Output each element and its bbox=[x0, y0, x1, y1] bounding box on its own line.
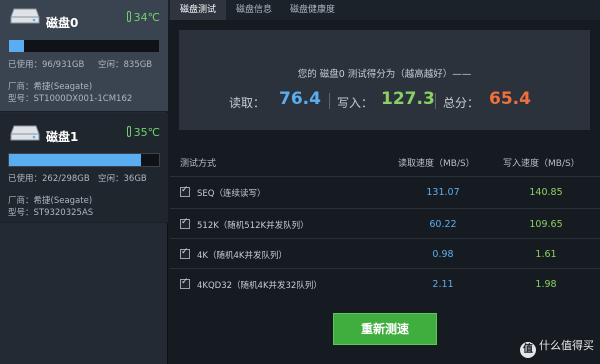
watermark: 值什么值得买 bbox=[520, 337, 594, 358]
write-score-value: 127.3 bbox=[381, 89, 435, 109]
sidebar: 磁盘0 34℃ 已使用：96/931GB 空闲：835GB 厂商：希捷(Seag… bbox=[0, 0, 168, 364]
score-title: 您的 磁盘0 测试得分为（越高越好）—— bbox=[297, 69, 472, 80]
column-header-read: 读取速度（MB/S） bbox=[398, 159, 475, 169]
test-name: 4KQD32（随机4K并发32队列） bbox=[197, 281, 322, 291]
temperature-readout: 35℃ bbox=[126, 126, 160, 139]
table-row: 4KQD32（随机4K并发32队列） 2.11 1.98 bbox=[170, 268, 600, 300]
tab-disk-health[interactable]: 磁盘健康度 bbox=[280, 0, 345, 20]
tab-disk-test[interactable]: 磁盘测试 bbox=[170, 0, 227, 20]
temperature-value: 35℃ bbox=[133, 126, 160, 139]
tab-bar: 磁盘测试 磁盘信息 磁盘健康度 bbox=[168, 0, 600, 20]
total-score-value: 65.4 bbox=[489, 89, 531, 109]
divider bbox=[435, 93, 436, 109]
read-speed: 0.98 bbox=[432, 249, 454, 260]
disk-used: 已使用：96/931GB bbox=[8, 60, 85, 70]
read-score-label: 读取： bbox=[229, 96, 266, 110]
thermometer-icon bbox=[126, 126, 131, 137]
disk-model: 型号：ST9320325AS bbox=[8, 208, 94, 218]
write-speed: 1.98 bbox=[535, 279, 557, 290]
table-row: SEQ（连续读写） 131.07 140.85 bbox=[170, 176, 600, 208]
disk-usage-fill bbox=[9, 40, 25, 52]
write-speed: 140.85 bbox=[529, 187, 563, 198]
write-speed: 109.65 bbox=[529, 219, 563, 230]
table-row: 4K（随机4K并发队列） 0.98 1.61 bbox=[170, 238, 600, 270]
disk-usage-bar bbox=[8, 153, 160, 167]
test-name: 4K（随机4K并发队列） bbox=[197, 251, 287, 261]
disk-usage-fill bbox=[9, 154, 141, 166]
disk-maker: 厂商：希捷(Seagate) bbox=[8, 196, 93, 206]
test-checkbox[interactable] bbox=[180, 247, 190, 259]
divider bbox=[329, 93, 330, 109]
total-score-label: 总分： bbox=[443, 96, 480, 110]
watermark-badge: 值 bbox=[520, 342, 536, 358]
test-checkbox[interactable] bbox=[180, 217, 190, 229]
retest-button[interactable]: 重新测速 bbox=[333, 313, 437, 345]
temperature-value: 34℃ bbox=[133, 11, 160, 24]
disk-maker: 厂商：希捷(Seagate) bbox=[8, 82, 93, 92]
read-speed: 60.22 bbox=[429, 219, 457, 230]
read-speed: 2.11 bbox=[432, 279, 454, 290]
score-panel: 您的 磁盘0 测试得分为（越高越好）—— 读取： 76.4 写入： 127.3 … bbox=[179, 30, 590, 130]
write-score-label: 写入： bbox=[337, 96, 374, 110]
column-header-method: 测试方式 bbox=[180, 159, 217, 169]
disk-name: 磁盘1 bbox=[46, 130, 79, 144]
hard-drive-icon bbox=[10, 125, 40, 141]
thermometer-icon bbox=[126, 11, 131, 22]
temperature-readout: 34℃ bbox=[126, 11, 160, 24]
watermark-text: 什么值得买 bbox=[539, 339, 594, 352]
hard-drive-icon bbox=[10, 8, 40, 24]
disk-usage-bar bbox=[8, 39, 160, 53]
disk-free: 空闲：835GB bbox=[98, 60, 153, 70]
test-name: 512K（随机512K并发队列） bbox=[197, 221, 309, 231]
table-row: 512K（随机512K并发队列） 60.22 109.65 bbox=[170, 208, 600, 240]
score-row: 读取： 76.4 写入： 127.3 总分： 65.4 bbox=[179, 89, 590, 112]
column-header-write: 写入速度（MB/S） bbox=[503, 159, 580, 169]
write-speed: 1.61 bbox=[535, 249, 557, 260]
test-checkbox[interactable] bbox=[180, 185, 190, 197]
disk-name: 磁盘0 bbox=[46, 16, 79, 30]
read-speed: 131.07 bbox=[426, 187, 460, 198]
disk-model: 型号：ST1000DX001-1CM162 bbox=[8, 94, 133, 104]
tab-disk-info[interactable]: 磁盘信息 bbox=[226, 0, 282, 20]
disk-item-0[interactable]: 磁盘0 34℃ 已使用：96/931GB 空闲：835GB 厂商：希捷(Seag… bbox=[0, 0, 168, 112]
disk-used: 已使用：262/298GB bbox=[8, 174, 90, 184]
disk-free: 空闲：36GB bbox=[98, 174, 147, 184]
test-name: SEQ（连续读写） bbox=[197, 189, 266, 199]
disk-item-1[interactable]: 磁盘1 35℃ 已使用：262/298GB 空闲：36GB 厂商：希捷(Seag… bbox=[0, 113, 168, 223]
read-score-value: 76.4 bbox=[279, 89, 321, 109]
test-checkbox[interactable] bbox=[180, 277, 190, 289]
